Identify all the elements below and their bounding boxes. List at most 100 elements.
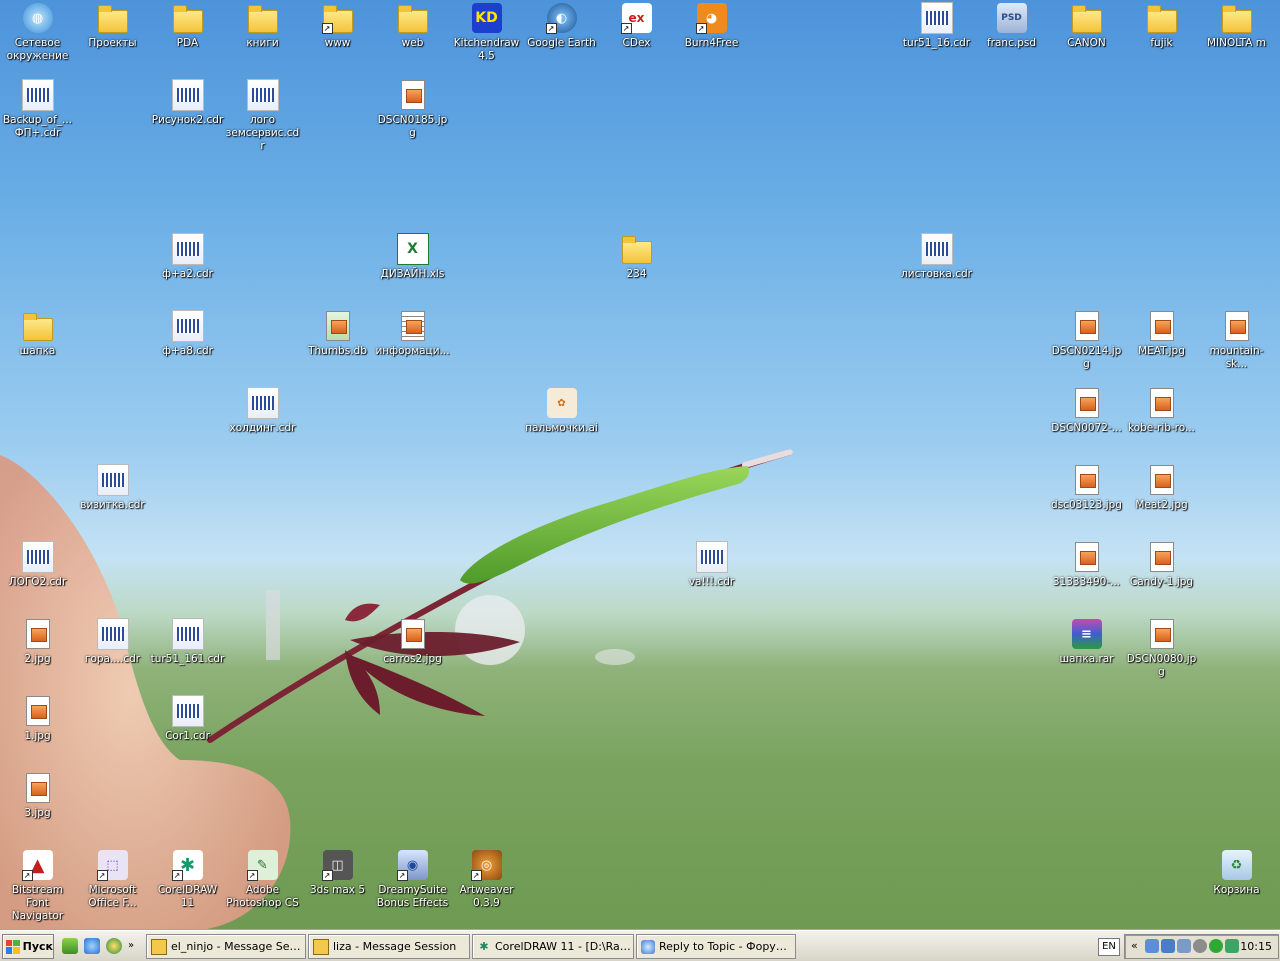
desktop-icon-лого2-cdr[interactable]: ЛОГО2.cdr bbox=[0, 541, 75, 589]
desktop-icon-thumbs-db[interactable]: Thumbs.db bbox=[300, 310, 375, 358]
folder-icon bbox=[22, 310, 54, 342]
desktop-icon-сетевое-окружение[interactable]: ◍ Сетевое окружение bbox=[0, 2, 75, 63]
desktop-icon-визитка-cdr[interactable]: визитка.cdr bbox=[75, 464, 150, 512]
desktop-icon-www[interactable]: ↗ www bbox=[300, 2, 375, 50]
desktop-icon-информаци[interactable]: информаци... bbox=[375, 310, 450, 358]
shortcut-arrow-icon: ↗ bbox=[171, 870, 183, 881]
desktop-icon-web[interactable]: web bbox=[375, 2, 450, 50]
desktop-icon-fujik[interactable]: fujik bbox=[1124, 2, 1199, 50]
desktop-icon-label: Kitchendraw 4.5 bbox=[453, 37, 520, 62]
desktop-icon-dscn0214-jpg[interactable]: DSCN0214.jpg bbox=[1049, 310, 1124, 371]
desktop-icon-пальмочки-ai[interactable]: ✿ пальмочки.ai bbox=[524, 387, 599, 435]
rar-icon: ≡ bbox=[1071, 618, 1103, 650]
media-tray-icon[interactable] bbox=[1225, 939, 1239, 953]
desktop-icon-3ds-max-5[interactable]: ◫ ↗ 3ds max 5 bbox=[300, 849, 375, 897]
desktop-icon-candy-1-jpg[interactable]: Candy-1.jpg bbox=[1124, 541, 1199, 589]
desktop-icon-label: 3ds max 5 bbox=[309, 884, 366, 896]
task-coreldraw[interactable]: ✱ CorelDRAW 11 - [D:\Rab... bbox=[472, 934, 634, 959]
desktop-icon-dsc03123-jpg[interactable]: dsc03123.jpg bbox=[1049, 464, 1124, 512]
desktop-icon-шапка-rar[interactable]: ≡ шапка.rar bbox=[1049, 618, 1124, 666]
network-tray-icon[interactable] bbox=[1161, 939, 1175, 953]
desktop-icon-burn4free[interactable]: ◕ ↗ Burn4Free bbox=[674, 2, 749, 50]
folder-icon bbox=[97, 2, 129, 34]
desktop-icon-шапка[interactable]: шапка bbox=[0, 310, 75, 358]
desktop-icon-гора-cdr[interactable]: гора....cdr bbox=[75, 618, 150, 666]
desktop-icon-coreldraw-11[interactable]: ✱ ↗ CorelDRAW 11 bbox=[150, 849, 225, 910]
language-indicator[interactable]: EN bbox=[1098, 938, 1120, 956]
desktop-icon-pda[interactable]: PDA bbox=[150, 2, 225, 50]
desktop-icon-label: Adobe Photoshop CS bbox=[226, 884, 299, 909]
quicklaunch-media-player-icon[interactable] bbox=[106, 938, 122, 954]
desktop-icon-2-jpg[interactable]: 2.jpg bbox=[0, 618, 75, 666]
quicklaunch-chevron-icon[interactable]: » bbox=[128, 938, 138, 954]
quicklaunch-ie-icon[interactable] bbox=[84, 938, 100, 954]
desktop-icon-cdex[interactable]: ex ↗ CDex bbox=[599, 2, 674, 50]
desktop-icon-minolta-m[interactable]: MINOLTA m bbox=[1199, 2, 1274, 50]
desktop-icon-ф-а2-cdr[interactable]: ф+а2.cdr bbox=[150, 233, 225, 281]
desktop-icon-adobe-photoshop-cs[interactable]: ✎ ↗ Adobe Photoshop CS bbox=[225, 849, 300, 910]
network-tray-icon[interactable] bbox=[1145, 939, 1159, 953]
task-reply-to-topic[interactable]: Reply to Topic - Форум ... bbox=[636, 934, 796, 959]
desktop-icon-dscn0080-jpg[interactable]: DSCN0080.jpg bbox=[1124, 618, 1199, 679]
desktop-icon-va-cdr[interactable]: va!!!.cdr bbox=[674, 541, 749, 589]
desktop-icon-kitchendraw-4-5[interactable]: KD Kitchendraw 4.5 bbox=[449, 2, 524, 63]
app-font-icon: ▲ ↗ bbox=[21, 849, 54, 881]
desktop-icon-31333490[interactable]: 31333490-... bbox=[1049, 541, 1124, 589]
desktop-icon-label: fujik bbox=[1150, 37, 1173, 49]
desktop-icon-cor1-cdr[interactable]: Cor1.cdr bbox=[150, 695, 225, 743]
start-label: Пуск bbox=[22, 940, 53, 953]
desktop-icon-проекты[interactable]: Проекты bbox=[75, 2, 150, 50]
desktop-icon-label: web bbox=[401, 37, 424, 49]
desktop-icon-1-jpg[interactable]: 1.jpg bbox=[0, 695, 75, 743]
desktop-icon-artweaver-0-3-9[interactable]: ◎ ↗ Artweaver 0.3.9 bbox=[449, 849, 524, 910]
tray-expand-chevron-icon[interactable]: « bbox=[1131, 939, 1138, 952]
desktop-icon-234[interactable]: 234 bbox=[599, 233, 674, 281]
display-tray-icon[interactable] bbox=[1177, 939, 1191, 953]
desktop-icon-ф-а8-cdr[interactable]: ф+а8.cdr bbox=[150, 310, 225, 358]
start-button[interactable]: Пуск bbox=[2, 934, 54, 959]
cdr-icon bbox=[171, 79, 204, 111]
task-liza[interactable]: liza - Message Session bbox=[308, 934, 470, 959]
security-tray-icon[interactable] bbox=[1193, 939, 1207, 953]
app-art-icon: ◎ ↗ bbox=[470, 849, 503, 881]
desktop-icon-tur51-161-cdr[interactable]: tur51_161.cdr bbox=[150, 618, 225, 666]
desktop-icon-tur51-16-cdr[interactable]: tur51_16.cdr bbox=[899, 2, 974, 50]
desktop-icon-рисунок2-cdr[interactable]: Рисунок2.cdr bbox=[150, 79, 225, 127]
jpg-icon bbox=[1146, 618, 1178, 650]
desktop-icon-label: Сетевое окружение bbox=[6, 37, 69, 62]
task-el-ninjo[interactable]: el_ninjo - Message Session bbox=[146, 934, 306, 959]
desktop-icon-dscn0185-jpg[interactable]: DSCN0185.jpg bbox=[375, 79, 450, 140]
desktop-icon-kobe-rib-ro[interactable]: kobe-rib-ro... bbox=[1124, 387, 1199, 435]
desktop-icon-label: гора....cdr bbox=[84, 653, 141, 665]
desktop-icon-franc-psd[interactable]: PSD franc.psd bbox=[974, 2, 1049, 50]
folder-icon bbox=[1221, 2, 1253, 34]
desktop-icon-dscn0072[interactable]: DSCN0072-... bbox=[1049, 387, 1124, 435]
ai-icon: ✿ bbox=[546, 387, 578, 419]
clock: 10:15 bbox=[1240, 940, 1272, 953]
desktop-icon-книги[interactable]: книги bbox=[225, 2, 300, 50]
desktop-icon-label: ЛОГО2.cdr bbox=[8, 576, 67, 588]
desktop-icon-листовка-cdr[interactable]: листовка.cdr bbox=[899, 233, 974, 281]
desktop-icon-корзина[interactable]: ♻ Корзина bbox=[1199, 849, 1274, 897]
desktop-icon-mountain-sk[interactable]: mountain-sk... bbox=[1199, 310, 1274, 371]
desktop-icon-canon[interactable]: CANON bbox=[1049, 2, 1124, 50]
desktop-icon-3-jpg[interactable]: 3.jpg bbox=[0, 772, 75, 820]
desktop-icon-meat2-jpg[interactable]: Meat2.jpg bbox=[1124, 464, 1199, 512]
desktop-icon-carros2-jpg[interactable]: carros2.jpg bbox=[375, 618, 450, 666]
chat-window-icon bbox=[151, 938, 167, 955]
desktop-icon-google-earth[interactable]: ◐ ↗ Google Earth bbox=[524, 2, 599, 50]
quicklaunch-edit-icon[interactable] bbox=[62, 938, 78, 954]
desktop-icon-холдинг-cdr[interactable]: холдинг.cdr bbox=[225, 387, 300, 435]
cdr-icon bbox=[171, 618, 204, 650]
desktop-icon-microsoft-office-f[interactable]: ⬚ ↗ Microsoft Office F... bbox=[75, 849, 150, 910]
desktop-icon-label: лого земсервис.cdr bbox=[225, 114, 300, 152]
windows-logo-icon bbox=[6, 939, 20, 954]
desktop-icon-backup-of-фп-cdr[interactable]: Backup_of_... ФП+.cdr bbox=[0, 79, 75, 140]
messenger-tray-icon[interactable] bbox=[1209, 939, 1223, 953]
desktop-icon-лого-земсервис-cdr[interactable]: лого земсервис.cdr bbox=[225, 79, 300, 153]
folder-icon bbox=[247, 2, 279, 34]
desktop-icon-meat-jpg[interactable]: MEAT.jpg bbox=[1124, 310, 1199, 358]
desktop-icon-bitstream-font-navigator[interactable]: ▲ ↗ Bitstream Font Navigator bbox=[0, 849, 75, 923]
desktop-icon-дизайн-xls[interactable]: X ДИЗАЙН.xls bbox=[375, 233, 450, 281]
desktop-icon-dreamysuite-bonus-effects[interactable]: ◉ ↗ DreamySuite Bonus Effects bbox=[375, 849, 450, 910]
